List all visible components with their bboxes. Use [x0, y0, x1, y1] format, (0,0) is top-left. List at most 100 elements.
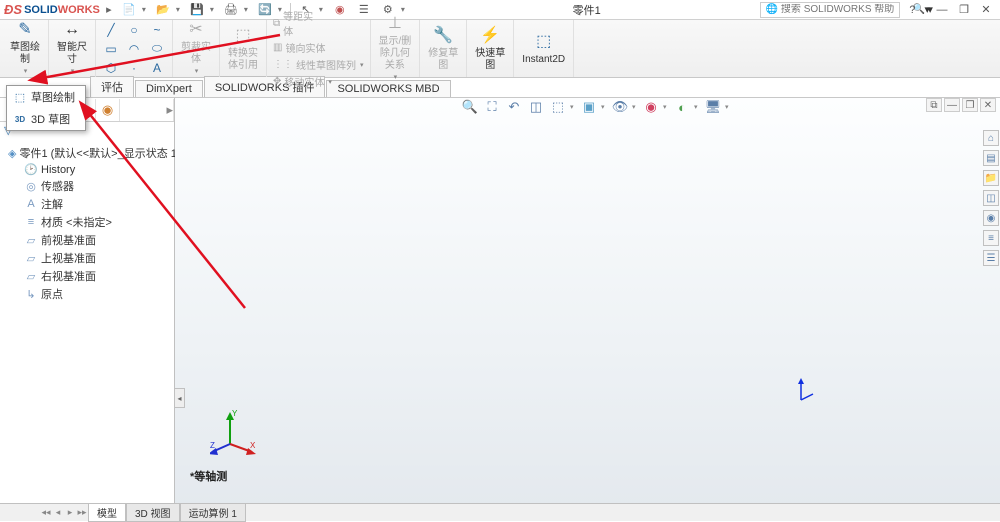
line-tool[interactable]: ╱ — [100, 21, 122, 39]
zoom-area-icon[interactable]: ⛶ — [482, 98, 502, 116]
btab-prev[interactable]: ◂ — [52, 507, 64, 518]
pattern-button[interactable]: ⋮⋮线性草图阵列▾ — [271, 56, 366, 73]
svg-text:Z: Z — [210, 441, 215, 450]
sketch-2d-menuitem[interactable]: ⬚草图绘制 — [7, 86, 85, 108]
btab-last[interactable]: ▸▸ — [76, 507, 88, 518]
new-file-icon[interactable]: 📄 — [118, 1, 140, 19]
search-box[interactable]: 🌐 🔍 ▾ — [760, 2, 900, 18]
relations-icon: ⊥ — [384, 13, 406, 35]
move-button[interactable]: ✥移动实体▾ — [271, 73, 334, 90]
spline-tool[interactable]: ~ — [146, 21, 168, 39]
btab-next[interactable]: ▸ — [64, 507, 76, 518]
quick-icon: ⚡ — [479, 25, 501, 47]
trim-button[interactable]: ✂ 剪裁实 体 ▾ — [177, 17, 215, 80]
bottom-tab-3dview[interactable]: 3D 视图 — [126, 503, 180, 522]
tree-sensors[interactable]: ◎传感器 — [2, 177, 172, 195]
mirror-icon: ▥ — [273, 42, 282, 53]
vp-split-button[interactable]: ⧉ — [926, 98, 942, 112]
sketch-dropdown-menu: ⬚草图绘制 3D3D 草图 — [6, 85, 86, 131]
tree-right-plane[interactable]: ▱右视基准面 — [2, 267, 172, 285]
save-icon[interactable]: 💾 — [186, 1, 208, 19]
point-tool[interactable]: · — [123, 59, 145, 77]
vp-minimize-button[interactable]: — — [944, 98, 960, 112]
convert-entities-button[interactable]: ⬚ 转换实 体引用 — [224, 23, 262, 74]
view-palette-icon[interactable]: ◫ — [983, 190, 999, 206]
offset-button[interactable]: ⧉等距实 体 — [271, 7, 315, 39]
task-pane: ⌂ ▤ 📁 ◫ ◉ ≡ ☰ — [982, 130, 1000, 266]
polygon-tool[interactable]: ⬡ — [100, 59, 122, 77]
print-icon[interactable]: 🖨 — [220, 1, 242, 19]
options-bullet-icon[interactable]: ◉ — [329, 1, 351, 19]
convert-icon: ⬚ — [232, 25, 254, 47]
btab-first[interactable]: ◂◂ — [40, 507, 52, 518]
sketch-label: 草图绘 制 — [10, 42, 40, 66]
arc-tool[interactable]: ◠ — [123, 40, 145, 58]
pattern-icon: ⋮⋮ — [273, 59, 293, 70]
instant2d-button[interactable]: ⬚ Instant2D — [518, 29, 569, 68]
close-button[interactable]: ✕ — [976, 2, 996, 18]
tree-front-plane[interactable]: ▱前视基准面 — [2, 231, 172, 249]
file-explorer-icon[interactable]: 📁 — [983, 170, 999, 186]
bottom-tab-model[interactable]: 模型 — [88, 503, 126, 522]
apply-scene-icon[interactable]: ◐ — [672, 98, 692, 116]
view-settings-icon[interactable]: 🖥 — [703, 98, 723, 116]
tree-origin[interactable]: ↳原点 — [2, 285, 172, 303]
svg-text:X: X — [250, 441, 256, 450]
tab-dimxpert[interactable]: DimXpert — [135, 80, 203, 97]
edit-appearance-icon[interactable]: ◉ — [641, 98, 661, 116]
forum-icon[interactable]: ☰ — [983, 250, 999, 266]
help-icon[interactable]: ? — [902, 2, 922, 18]
sketch-3d-menuitem[interactable]: 3D3D 草图 — [7, 108, 85, 130]
bottom-tab-motion[interactable]: 运动算例 1 — [180, 503, 246, 522]
appearances-icon[interactable]: ◉ — [983, 210, 999, 226]
minimize-button[interactable]: — — [932, 2, 952, 18]
sketch-tools-grid: ╱ ○ ~ ▭ ◠ ⬭ ⬡ · A — [100, 21, 168, 77]
tree-material[interactable]: ≡材质 <未指定> — [2, 213, 172, 231]
view-heads-up-toolbar: 🔍 ⛶ ↶ ◫ ⬚▾ ▣▾ 👁▾ ◉▾ ◐▾ 🖥▾ — [460, 98, 732, 116]
panel-collapse-handle[interactable]: ◂ — [175, 388, 185, 408]
annot-icon: A — [24, 198, 38, 210]
view-orientation-icon[interactable]: ⬚ — [548, 98, 568, 116]
relations-label: 显示/删 除几何 关系 — [379, 36, 412, 72]
open-file-icon[interactable]: 📂 — [152, 1, 174, 19]
hide-show-icon[interactable]: 👁 — [610, 98, 630, 116]
view-triad[interactable]: Y X Z — [210, 406, 260, 459]
zoom-fit-icon[interactable]: 🔍 — [460, 98, 480, 116]
display-relations-button[interactable]: ⊥ 显示/删 除几何 关系 ▾ — [375, 11, 416, 86]
convert-label: 转换实 体引用 — [228, 48, 258, 72]
custom-props-icon[interactable]: ≡ — [983, 230, 999, 246]
app-menu-dropdown[interactable]: ▸ — [104, 3, 114, 16]
sketch-button[interactable]: ✎ 草图绘 制 ▾ — [6, 17, 44, 80]
maximize-button[interactable]: ❐ — [954, 2, 974, 18]
options-list-icon[interactable]: ☰ — [353, 1, 375, 19]
panel-more[interactable]: ▸ — [120, 99, 174, 121]
appearance-tab[interactable]: ◉ — [96, 99, 120, 121]
design-library-icon[interactable]: ▤ — [983, 150, 999, 166]
plane-icon: ▱ — [24, 270, 38, 283]
mirror-button[interactable]: ▥镜向实体 — [271, 39, 327, 56]
display-style-icon[interactable]: ▣ — [579, 98, 599, 116]
sw-resources-icon[interactable]: ⌂ — [983, 130, 999, 146]
tree-top-plane[interactable]: ▱上视基准面 — [2, 249, 172, 267]
graphics-viewport[interactable]: ⧉ — ❐ ✕ Y X Z *等轴测 — [175, 98, 1000, 509]
sensor-icon: ◎ — [24, 180, 38, 193]
ellipse-tool[interactable]: ⬭ — [146, 40, 168, 58]
repair-sketch-button[interactable]: 🔧 修复草 图 — [424, 23, 462, 74]
text-tool[interactable]: A — [146, 59, 168, 77]
smart-dimension-button[interactable]: ↔ 智能尺 寸 ▾ — [53, 17, 91, 80]
rectangle-tool[interactable]: ▭ — [100, 40, 122, 58]
svg-text:Y: Y — [232, 409, 238, 418]
previous-view-icon[interactable]: ↶ — [504, 98, 524, 116]
quick-sketch-button[interactable]: ⚡ 快速草 图 — [471, 23, 509, 74]
vp-close-button[interactable]: ✕ — [980, 98, 996, 112]
tab-evaluate[interactable]: 评估 — [90, 76, 134, 97]
vp-maximize-button[interactable]: ❐ — [962, 98, 978, 112]
search-input[interactable] — [781, 4, 913, 15]
move-icon: ✥ — [273, 76, 281, 87]
circle-tool[interactable]: ○ — [123, 21, 145, 39]
ds-logo-icon: ƉS — [4, 2, 22, 17]
tree-root[interactable]: ◈零件1 (默认<<默认>_显示状态 1>) — [2, 144, 172, 162]
tree-history[interactable]: 🕑History — [2, 162, 172, 177]
section-view-icon[interactable]: ◫ — [526, 98, 546, 116]
tree-annotations[interactable]: A注解 — [2, 195, 172, 213]
